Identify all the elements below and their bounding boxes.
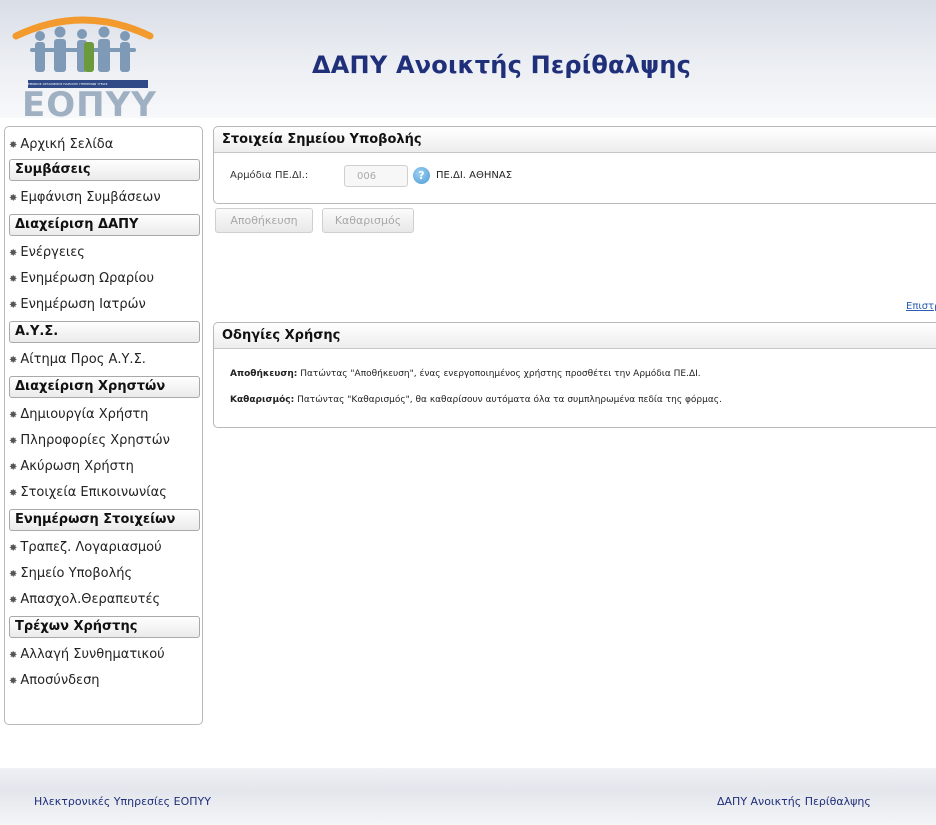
eopyy-logo-icon bbox=[12, 16, 154, 72]
sidebar-item-label: Αποσύνδεση bbox=[20, 673, 100, 688]
instruction-text: Πατώντας "Καθαρισμός", θα καθαρίσουν αυτ… bbox=[294, 395, 722, 405]
sidebar-section-contracts: Συμβάσεις bbox=[9, 159, 200, 181]
sidebar-section-update-data: Ενημέρωση Στοιχείων bbox=[9, 509, 200, 531]
field-label: Αρμόδια ΠΕ.ΔΙ.: bbox=[230, 170, 309, 181]
instruction-term: Αποθήκευση: bbox=[230, 369, 298, 379]
sidebar-item-label: Στοιχεία Επικοινωνίας bbox=[20, 485, 167, 500]
panel-title: Στοιχεία Σημείου Υποβολής bbox=[214, 127, 936, 153]
sidebar-section-current-user: Τρέχων Χρήστης bbox=[9, 616, 200, 638]
sidebar-item-employed-therapists[interactable]: ✸ Απασχολ.Θεραπευτές bbox=[9, 589, 160, 611]
sidebar-item-create-user[interactable]: ✸ Δημιουργία Χρήστη bbox=[9, 404, 148, 426]
sidebar-item-label: Αρχική Σελίδα bbox=[20, 137, 114, 152]
instruction-text: Πατώντας "Αποθήκευση", ένας ενεργοποιημέ… bbox=[297, 369, 701, 379]
gear-bullet-icon: ✸ bbox=[9, 355, 18, 366]
instructions-panel: Οδηγίες Χρήσης Αποθήκευση: Πατώντας "Απο… bbox=[213, 322, 936, 428]
sidebar-item-label: Απασχολ.Θεραπευτές bbox=[20, 592, 161, 607]
sidebar-section-dapy-management: Διαχείριση ΔΑΠΥ bbox=[9, 214, 200, 236]
sidebar-item-cancel-user[interactable]: ✸ Ακύρωση Χρήστη bbox=[9, 456, 134, 478]
gear-bullet-icon: ✸ bbox=[9, 300, 18, 311]
sidebar-item-update-doctors[interactable]: ✸ Ενημέρωση Ιατρών bbox=[9, 294, 146, 316]
footer-right-text: ΔΑΠΥ Ανοικτής Περίθαλψης bbox=[717, 795, 871, 808]
sidebar-item-label: Πληροφορίες Χρηστών bbox=[20, 433, 170, 448]
clear-instruction: Καθαρισμός: Πατώντας "Καθαρισμός", θα κα… bbox=[230, 393, 722, 407]
sidebar-item-submission-point[interactable]: ✸ Σημείο Υποβολής bbox=[9, 563, 132, 585]
gear-bullet-icon: ✸ bbox=[9, 595, 18, 606]
sidebar-item-contact-info[interactable]: ✸ Στοιχεία Επικοινωνίας bbox=[9, 482, 167, 504]
sidebar-item-label: Ακύρωση Χρήστη bbox=[20, 459, 134, 474]
sidebar-section-user-management: Διαχείριση Χρηστών bbox=[9, 376, 200, 398]
gear-bullet-icon: ✸ bbox=[9, 410, 18, 421]
panel-title: Οδηγίες Χρήσης bbox=[214, 323, 936, 349]
eopyy-logo[interactable]: ΕΘΝΙΚΟΣ ΟΡΓΑΝΙΣΜΟΣ ΠΑΡΟΧΗΣ ΥΠΗΡΕΣΙΩΝ ΥΓΕ… bbox=[8, 6, 168, 122]
pedi-code-input[interactable] bbox=[344, 165, 408, 187]
gear-bullet-icon: ✸ bbox=[9, 462, 18, 473]
save-button[interactable]: Αποθήκευση bbox=[215, 208, 313, 233]
clear-button[interactable]: Καθαρισμός bbox=[322, 208, 414, 233]
sidebar-item-actions[interactable]: ✸ Ενέργειες bbox=[9, 242, 85, 264]
logo-text: ΕΟΠΥΥ bbox=[22, 85, 157, 125]
gear-bullet-icon: ✸ bbox=[9, 274, 18, 285]
sidebar-item-change-password[interactable]: ✸ Αλλαγή Συνθηματικού bbox=[9, 644, 165, 666]
sidebar-item-logout[interactable]: ✸ Αποσύνδεση bbox=[9, 670, 100, 692]
sidebar-item-label: Ενημέρωση Ωραρίου bbox=[20, 271, 155, 286]
gear-bullet-icon: ✸ bbox=[9, 193, 18, 204]
page-footer: Ηλεκτρονικές Υπηρεσίες ΕΟΠΥΥ ΔΑΠΥ Ανοικτ… bbox=[0, 768, 936, 825]
gear-bullet-icon: ✸ bbox=[9, 569, 18, 580]
footer-left-text: Ηλεκτρονικές Υπηρεσίες ΕΟΠΥΥ bbox=[34, 795, 211, 808]
instruction-term: Καθαρισμός: bbox=[230, 395, 295, 405]
gear-bullet-icon: ✸ bbox=[9, 140, 18, 151]
gear-bullet-icon: ✸ bbox=[9, 488, 18, 499]
sidebar-item-label: Σημείο Υποβολής bbox=[20, 566, 133, 581]
sidebar-item-label: Εμφάνιση Συμβάσεων bbox=[20, 190, 161, 205]
gear-bullet-icon: ✸ bbox=[9, 436, 18, 447]
gear-bullet-icon: ✸ bbox=[9, 248, 18, 259]
sidebar-section-ays: Α.Υ.Σ. bbox=[9, 321, 200, 343]
sidebar-item-ays-request[interactable]: ✸ Αίτημα Προς Α.Υ.Σ. bbox=[9, 349, 146, 371]
gear-bullet-icon: ✸ bbox=[9, 543, 18, 554]
sidebar-menu: ✸ Αρχική Σελίδα Συμβάσεις ✸ Εμφάνιση Συμβά… bbox=[4, 126, 203, 725]
page-header: ΕΘΝΙΚΟΣ ΟΡΓΑΝΙΣΜΟΣ ΠΑΡΟΧΗΣ ΥΠΗΡΕΣΙΩΝ ΥΓΕ… bbox=[0, 0, 936, 122]
submission-point-panel: Στοιχεία Σημείου Υποβολής Αρμόδια ΠΕ.ΔΙ.… bbox=[213, 126, 936, 204]
sidebar-item-label: Τραπεζ. Λογαριασμού bbox=[20, 540, 162, 555]
help-icon[interactable]: ? bbox=[413, 167, 430, 184]
save-instruction: Αποθήκευση: Πατώντας "Αποθήκευση", ένας … bbox=[230, 367, 701, 381]
gear-bullet-icon: ✸ bbox=[9, 650, 18, 661]
sidebar-item-label: Δημιουργία Χρήστη bbox=[20, 407, 149, 422]
sidebar-item-bank-account[interactable]: ✸ Τραπεζ. Λογαριασμού bbox=[9, 537, 162, 559]
sidebar-item-label: Ενέργειες bbox=[20, 245, 85, 260]
back-link[interactable]: Επιστρο bbox=[906, 301, 936, 312]
gear-bullet-icon: ✸ bbox=[9, 676, 18, 687]
sidebar-item-view-contracts[interactable]: ✸ Εμφάνιση Συμβάσεων bbox=[9, 187, 161, 209]
sidebar-item-home[interactable]: ✸ Αρχική Σελίδα bbox=[9, 134, 113, 156]
sidebar-item-update-schedule[interactable]: ✸ Ενημέρωση Ωραρίου bbox=[9, 268, 154, 290]
sidebar-item-label: Αλλαγή Συνθηματικού bbox=[20, 647, 165, 662]
sidebar-item-label: Ενημέρωση Ιατρών bbox=[20, 297, 146, 312]
app-title: ΔΑΠΥ Ανοικτής Περίθαλψης bbox=[312, 51, 692, 79]
pedi-name-value: ΠΕ.ΔΙ. ΑΘΗΝΑΣ bbox=[436, 170, 513, 181]
sidebar-item-user-info[interactable]: ✸ Πληροφορίες Χρηστών bbox=[9, 430, 170, 452]
sidebar-item-label: Αίτημα Προς Α.Υ.Σ. bbox=[20, 352, 146, 367]
